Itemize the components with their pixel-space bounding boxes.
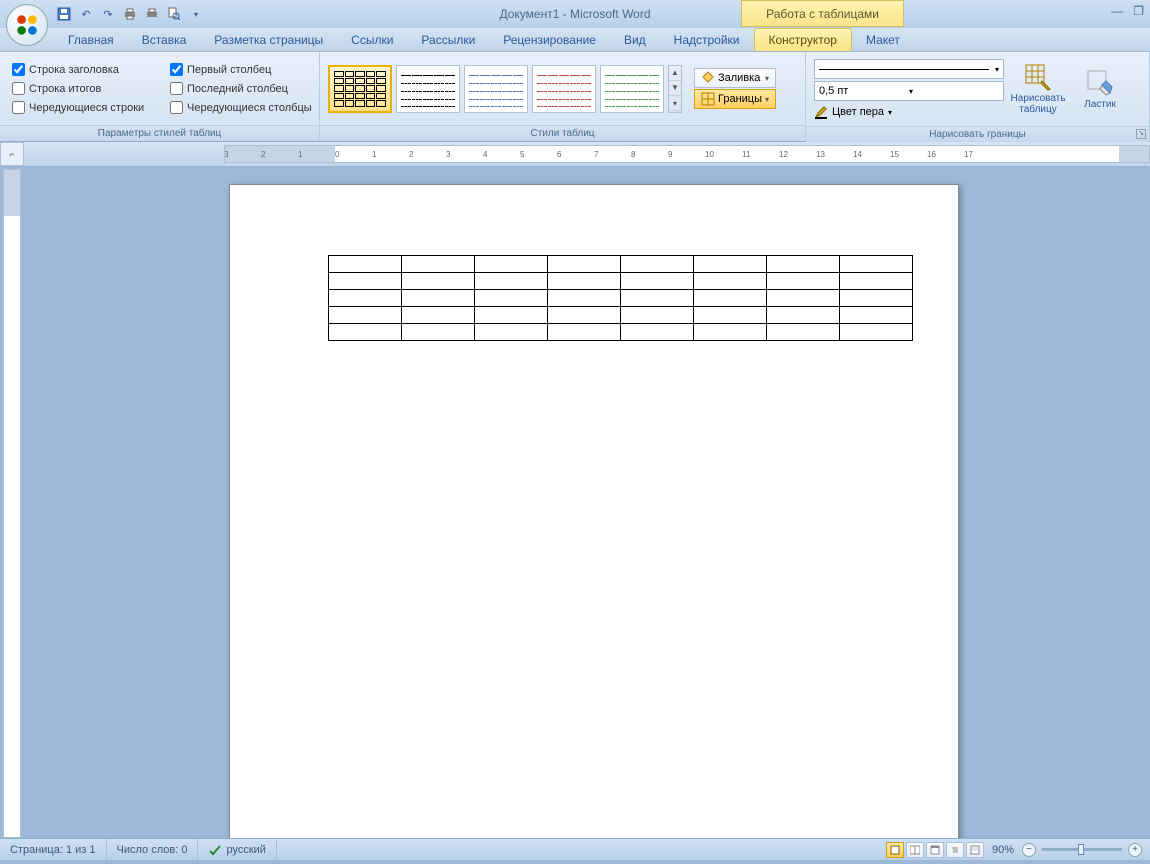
view-full-screen-button[interactable] <box>906 842 924 858</box>
table-style-thumb[interactable] <box>328 65 392 113</box>
status-bar: Страница: 1 из 1 Число слов: 0 русский 9… <box>0 838 1150 860</box>
status-language[interactable]: русский <box>198 839 276 860</box>
view-draft-button[interactable] <box>966 842 984 858</box>
tab-главная[interactable]: Главная <box>54 29 128 51</box>
document-area <box>0 166 1150 838</box>
view-print-layout-button[interactable] <box>886 842 904 858</box>
dialog-launcher-icon[interactable]: ↘ <box>1136 129 1146 139</box>
eraser-button[interactable]: Ластик <box>1072 56 1128 122</box>
zoom-out-button[interactable]: − <box>1022 843 1036 857</box>
tab-макет[interactable]: Макет <box>852 29 914 51</box>
group-label: Стили таблиц <box>320 125 805 141</box>
ribbon-tabs: ГлавнаяВставкаРазметка страницыСсылкиРас… <box>0 28 1150 52</box>
borders-button[interactable]: Границы▾ <box>694 89 776 109</box>
shading-button[interactable]: Заливка▾ <box>694 68 776 88</box>
group-table-style-options: Строка заголовка Первый столбец Строка ито… <box>0 52 320 141</box>
tab-ссылки[interactable]: Ссылки <box>337 29 407 51</box>
draw-table-button[interactable]: Нарисовать таблицу <box>1010 56 1066 122</box>
tab-вид[interactable]: Вид <box>610 29 660 51</box>
ruler-row: ⌐ 32101234567891011121314151617 <box>0 142 1150 166</box>
group-label: Нарисовать границы↘ <box>806 126 1149 142</box>
minimize-button[interactable]: — <box>1111 4 1123 18</box>
tab-надстройки[interactable]: Надстройки <box>660 29 754 51</box>
line-style-select[interactable]: ▾ <box>814 59 1004 79</box>
document-canvas[interactable] <box>21 166 1150 838</box>
table-style-thumb[interactable] <box>464 65 528 113</box>
page <box>229 184 959 838</box>
group-label: Параметры стилей таблиц <box>0 125 319 141</box>
undo-icon[interactable]: ↶ <box>78 6 94 22</box>
pen-color-button[interactable]: Цвет пера ▾ <box>814 103 1004 119</box>
window-title: Документ1 - Microsoft Word <box>499 7 650 21</box>
table-style-thumb[interactable] <box>396 65 460 113</box>
tab-конструктор[interactable]: Конструктор <box>754 28 852 51</box>
view-outline-button[interactable] <box>946 842 964 858</box>
print-preview-icon[interactable] <box>166 6 182 22</box>
view-web-layout-button[interactable] <box>926 842 944 858</box>
option-checkbox[interactable]: Чередующиеся столбцы <box>170 101 320 114</box>
tab-вставка[interactable]: Вставка <box>128 29 201 51</box>
title-bar: ↶ ↷ ▾ Документ1 - Microsoft Word Работа … <box>0 0 1150 28</box>
zoom-percent[interactable]: 90% <box>992 844 1014 856</box>
option-checkbox[interactable]: Последний столбец <box>170 82 320 95</box>
status-page[interactable]: Страница: 1 из 1 <box>0 839 107 860</box>
office-button[interactable] <box>6 4 48 46</box>
tab-рецензирование[interactable]: Рецензирование <box>489 29 610 51</box>
table-style-thumb[interactable] <box>600 65 664 113</box>
horizontal-ruler[interactable]: 32101234567891011121314151617 <box>224 145 1150 163</box>
zoom-slider[interactable] <box>1042 848 1122 851</box>
line-weight-select[interactable]: 0,5 пт▾ <box>814 81 1004 101</box>
redo-icon[interactable]: ↷ <box>100 6 116 22</box>
save-icon[interactable] <box>56 6 72 22</box>
quick-print-icon[interactable] <box>144 6 160 22</box>
gallery-more-button[interactable]: ▲▼▾ <box>668 65 682 113</box>
print-icon[interactable] <box>122 6 138 22</box>
tab-разметка страницы[interactable]: Разметка страницы <box>200 29 337 51</box>
style-gallery: ▲▼▾ <box>328 65 682 113</box>
qat-dropdown-icon[interactable]: ▾ <box>188 6 204 22</box>
restore-button[interactable]: ❐ <box>1133 4 1144 18</box>
quick-access-toolbar: ↶ ↷ ▾ <box>56 6 204 22</box>
ribbon: Строка заголовка Первый столбец Строка ито… <box>0 52 1150 142</box>
ruler-corner[interactable]: ⌐ <box>0 142 24 166</box>
vertical-ruler[interactable] <box>3 169 21 838</box>
option-checkbox[interactable]: Строка итогов <box>12 82 152 95</box>
contextual-tab-title: Работа с таблицами <box>741 0 904 27</box>
group-table-styles: ▲▼▾ Заливка▾ Границы▾ Стили таблиц <box>320 52 806 141</box>
zoom-in-button[interactable]: + <box>1128 843 1142 857</box>
table-style-thumb[interactable] <box>532 65 596 113</box>
group-draw-borders: ▾ 0,5 пт▾ Цвет пера ▾ Нарисовать таблицу… <box>806 52 1150 141</box>
option-checkbox[interactable]: Чередующиеся строки <box>12 101 152 114</box>
option-checkbox[interactable]: Строка заголовка <box>12 63 152 76</box>
status-word-count[interactable]: Число слов: 0 <box>107 839 199 860</box>
option-checkbox[interactable]: Первый столбец <box>170 63 320 76</box>
document-table[interactable] <box>328 255 913 341</box>
tab-рассылки[interactable]: Рассылки <box>407 29 489 51</box>
spellcheck-icon <box>208 843 222 857</box>
